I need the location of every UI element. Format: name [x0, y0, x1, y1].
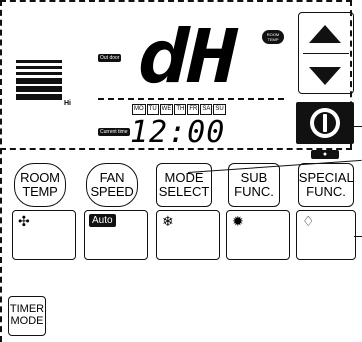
special-func-button[interactable]: SPECIAL FUNC. — [298, 163, 354, 207]
drop-icon: ♢ — [302, 213, 315, 229]
snowflake-icon: ❄ — [162, 213, 174, 229]
timer-mode-button[interactable]: TIMER MODE — [8, 296, 46, 336]
drop-indicator: ● — [311, 150, 339, 159]
auto-label: Auto — [89, 214, 116, 227]
fan-level-bar — [16, 86, 62, 92]
mode-cool[interactable]: ❄ — [156, 210, 220, 260]
mode-select-button[interactable]: MODE SELECT — [156, 163, 212, 207]
clock-display: 12:00 — [130, 115, 226, 150]
display-frame-left — [0, 0, 2, 342]
remote-control-panel: Hi Out door ROOM TEMP dH MO TU WE TH FR … — [0, 0, 362, 342]
mode-auto[interactable]: Auto — [84, 210, 148, 260]
fan-level-bar — [16, 78, 62, 84]
mode-fan[interactable]: ✣ — [12, 210, 76, 260]
current-time-label: Current time — [98, 128, 130, 136]
weekday-row: MO TU WE TH FR SA SU — [132, 104, 226, 115]
weekday: TU — [146, 104, 159, 115]
adjust-divider — [303, 53, 349, 54]
room-temp-button[interactable]: ROOM TEMP — [14, 163, 66, 207]
sub-func-button[interactable]: SUB FUNC. — [228, 163, 280, 207]
up-arrow-icon[interactable] — [309, 25, 341, 43]
main-readout: dH — [138, 14, 238, 100]
power-button[interactable] — [296, 102, 354, 144]
fan-level-bar — [16, 72, 62, 75]
weekday: MO — [132, 104, 146, 115]
mode-dry[interactable]: ♢ — [296, 210, 356, 260]
fan-level-bar — [16, 94, 62, 100]
fan-level-bar — [16, 66, 62, 69]
fan-level-label: Hi — [64, 100, 71, 107]
power-icon — [310, 108, 340, 138]
room-temp-badge: ROOM TEMP — [262, 30, 284, 44]
fan-level-indicator — [16, 60, 62, 102]
weekday: SU — [213, 104, 226, 115]
fan-icon: ✣ — [18, 213, 30, 229]
fan-speed-button[interactable]: FAN SPEED — [86, 163, 138, 207]
weekday: WE — [159, 104, 174, 115]
weekday: TH — [174, 104, 187, 115]
down-arrow-icon[interactable] — [309, 67, 341, 85]
weekday: SA — [200, 104, 213, 115]
outdoor-label: Out door — [98, 54, 122, 62]
sun-icon: ✹ — [232, 213, 244, 229]
weekday: FR — [187, 104, 200, 115]
display-divider — [98, 98, 284, 100]
callout-line — [354, 126, 362, 127]
temperature-adjust — [298, 12, 354, 94]
mode-heat[interactable]: ✹ — [226, 210, 290, 260]
fan-level-bar — [16, 60, 62, 63]
